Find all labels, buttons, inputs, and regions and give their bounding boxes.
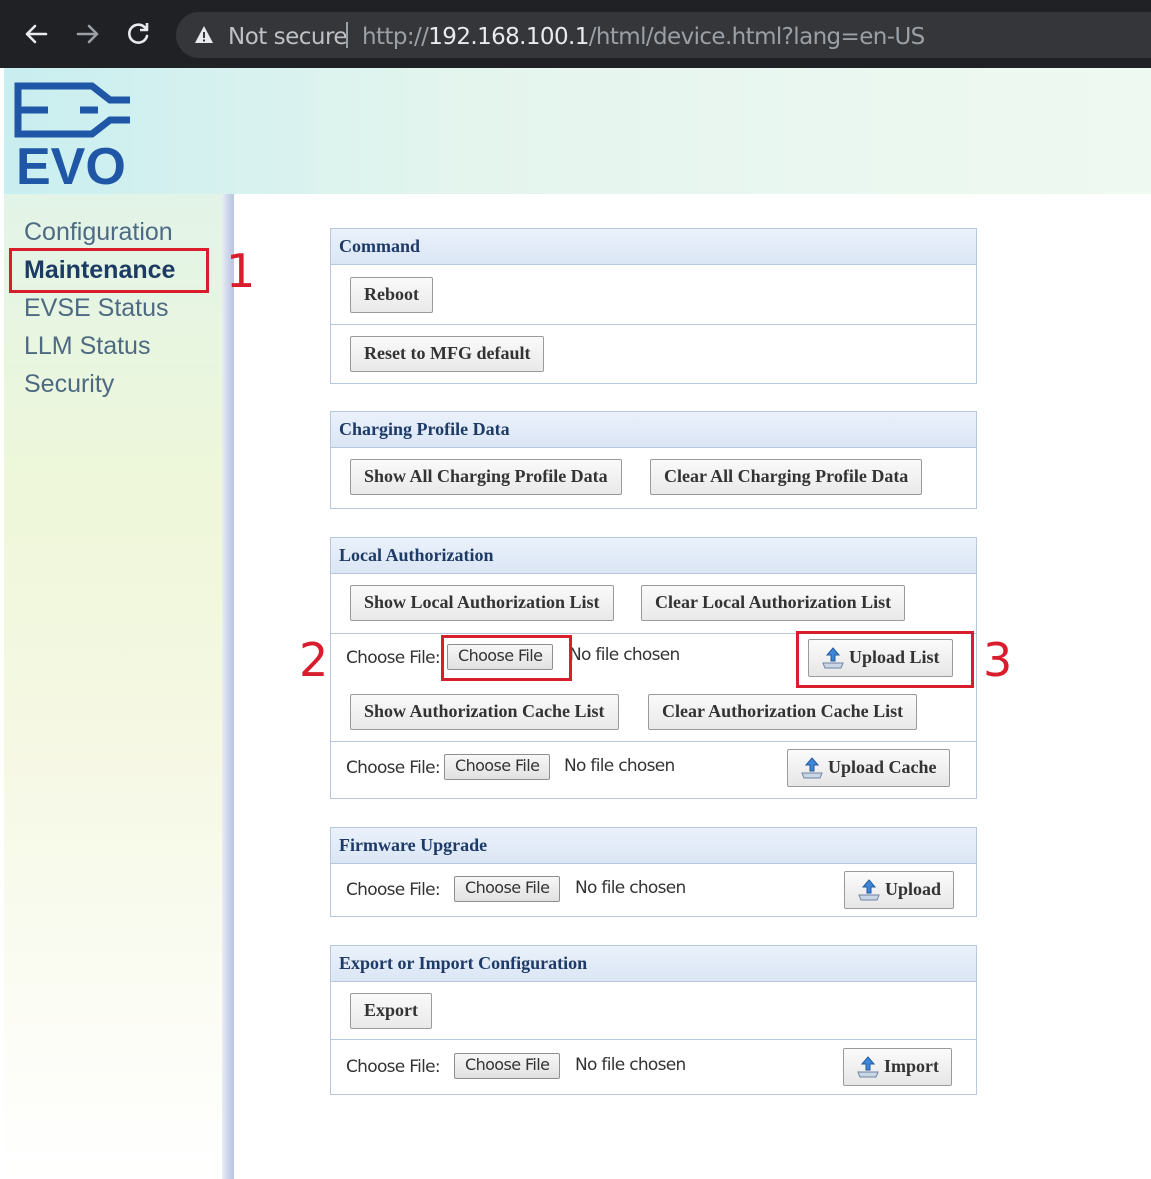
upload-cache-row: Choose File: Choose File No file chosen …	[331, 742, 976, 798]
forward-arrow-icon[interactable]	[74, 20, 102, 48]
reset-mfg-default-button[interactable]: Reset to MFG default	[350, 336, 545, 372]
clear-local-authorization-list-button[interactable]: Clear Local Authorization List	[641, 585, 906, 621]
panel-title: Firmware Upgrade	[331, 828, 976, 864]
no-file-chosen-text: No file chosen	[569, 645, 680, 665]
reboot-button[interactable]: Reboot	[350, 277, 433, 313]
sidebar-divider	[222, 194, 234, 1179]
url-host: 192.168.100.1	[428, 24, 589, 50]
upload-icon	[857, 1056, 879, 1078]
not-secure-label: Not secure	[228, 24, 348, 50]
export-import-panel: Export or Import Configuration Export Ch…	[330, 945, 977, 1095]
panel-title: Export or Import Configuration	[331, 946, 976, 982]
show-local-authorization-list-button[interactable]: Show Local Authorization List	[350, 585, 614, 621]
address-bar[interactable]: Not secure http://192.168.100.1/html/dev…	[176, 12, 1151, 58]
panel-title: Local Authorization	[331, 538, 976, 574]
show-authorization-cache-button[interactable]: Show Authorization Cache List	[350, 694, 619, 730]
import-label: Import	[884, 1056, 939, 1076]
choose-file-button[interactable]: Choose File	[454, 1053, 561, 1079]
command-panel: Command Reboot Reset to MFG default	[330, 228, 977, 384]
warning-icon	[195, 26, 213, 43]
choose-file-label: Choose File:	[346, 648, 441, 668]
firmware-upgrade-panel: Firmware Upgrade Choose File: Choose Fil…	[330, 827, 977, 917]
import-row: Choose File: Choose File No file chosen …	[331, 1040, 976, 1094]
highlight-box-choose-file	[441, 635, 572, 681]
highlight-box-maintenance	[9, 248, 209, 293]
sidebar-item-security[interactable]: Security	[24, 370, 114, 399]
clear-authorization-cache-button[interactable]: Clear Authorization Cache List	[648, 694, 918, 730]
clear-all-charging-profile-button[interactable]: Clear All Charging Profile Data	[650, 459, 923, 495]
export-row: Export	[331, 982, 976, 1040]
sidebar-item-configuration[interactable]: Configuration	[24, 218, 173, 247]
logo-text: EVO	[16, 138, 126, 190]
reload-icon[interactable]	[124, 20, 152, 48]
page-header: EVO	[4, 68, 1151, 194]
url-prefix: http://	[362, 24, 429, 50]
browser-toolbar: Not secure http://192.168.100.1/html/dev…	[0, 0, 1151, 68]
no-file-chosen-text: No file chosen	[575, 1055, 686, 1075]
highlight-box-upload-list	[796, 631, 974, 688]
cache-buttons-row: Show Authorization Cache List Clear Auth…	[331, 686, 976, 742]
sidebar-item-evse-status[interactable]: EVSE Status	[24, 294, 169, 323]
back-arrow-icon[interactable]	[22, 20, 50, 48]
sidebar: Configuration Maintenance EVSE Status LL…	[4, 194, 222, 1179]
choose-file-label: Choose File:	[346, 880, 441, 900]
firmware-upload-row: Choose File: Choose File No file chosen …	[331, 864, 976, 916]
no-file-chosen-text: No file chosen	[575, 878, 686, 898]
choose-file-label: Choose File:	[346, 758, 441, 778]
annotation-number-2: 2	[299, 633, 329, 687]
annotation-number-1: 1	[226, 244, 256, 298]
firmware-upload-label: Upload	[885, 879, 942, 899]
address-separator	[346, 22, 348, 48]
import-button[interactable]: Import	[843, 1048, 952, 1086]
evo-logo: EVO	[14, 82, 130, 190]
show-all-charging-profile-button[interactable]: Show All Charging Profile Data	[350, 459, 622, 495]
export-button[interactable]: Export	[350, 993, 432, 1029]
upload-cache-button[interactable]: Upload Cache	[787, 749, 950, 787]
local-list-buttons-row: Show Local Authorization List Clear Loca…	[331, 574, 976, 634]
reset-row: Reset to MFG default	[331, 325, 976, 383]
choose-file-button[interactable]: Choose File	[454, 876, 561, 902]
url-text: http://192.168.100.1/html/device.html?la…	[362, 24, 925, 50]
sidebar-item-llm-status[interactable]: LLM Status	[24, 332, 150, 361]
upload-cache-label: Upload Cache	[828, 757, 937, 777]
upload-icon	[801, 757, 823, 779]
panel-title: Charging Profile Data	[331, 412, 976, 448]
charging-profile-panel: Charging Profile Data Show All Charging …	[330, 411, 977, 509]
charging-buttons-row: Show All Charging Profile Data Clear All…	[331, 448, 976, 508]
firmware-upload-button[interactable]: Upload	[844, 871, 955, 909]
no-file-chosen-text: No file chosen	[564, 756, 675, 776]
reboot-row: Reboot	[331, 265, 976, 325]
choose-file-label: Choose File:	[346, 1057, 441, 1077]
upload-icon	[858, 879, 880, 901]
annotation-number-3: 3	[983, 633, 1013, 687]
panel-title: Command	[331, 229, 976, 265]
choose-file-button[interactable]: Choose File	[444, 754, 551, 780]
url-path: /html/device.html?lang=en-US	[588, 24, 926, 50]
